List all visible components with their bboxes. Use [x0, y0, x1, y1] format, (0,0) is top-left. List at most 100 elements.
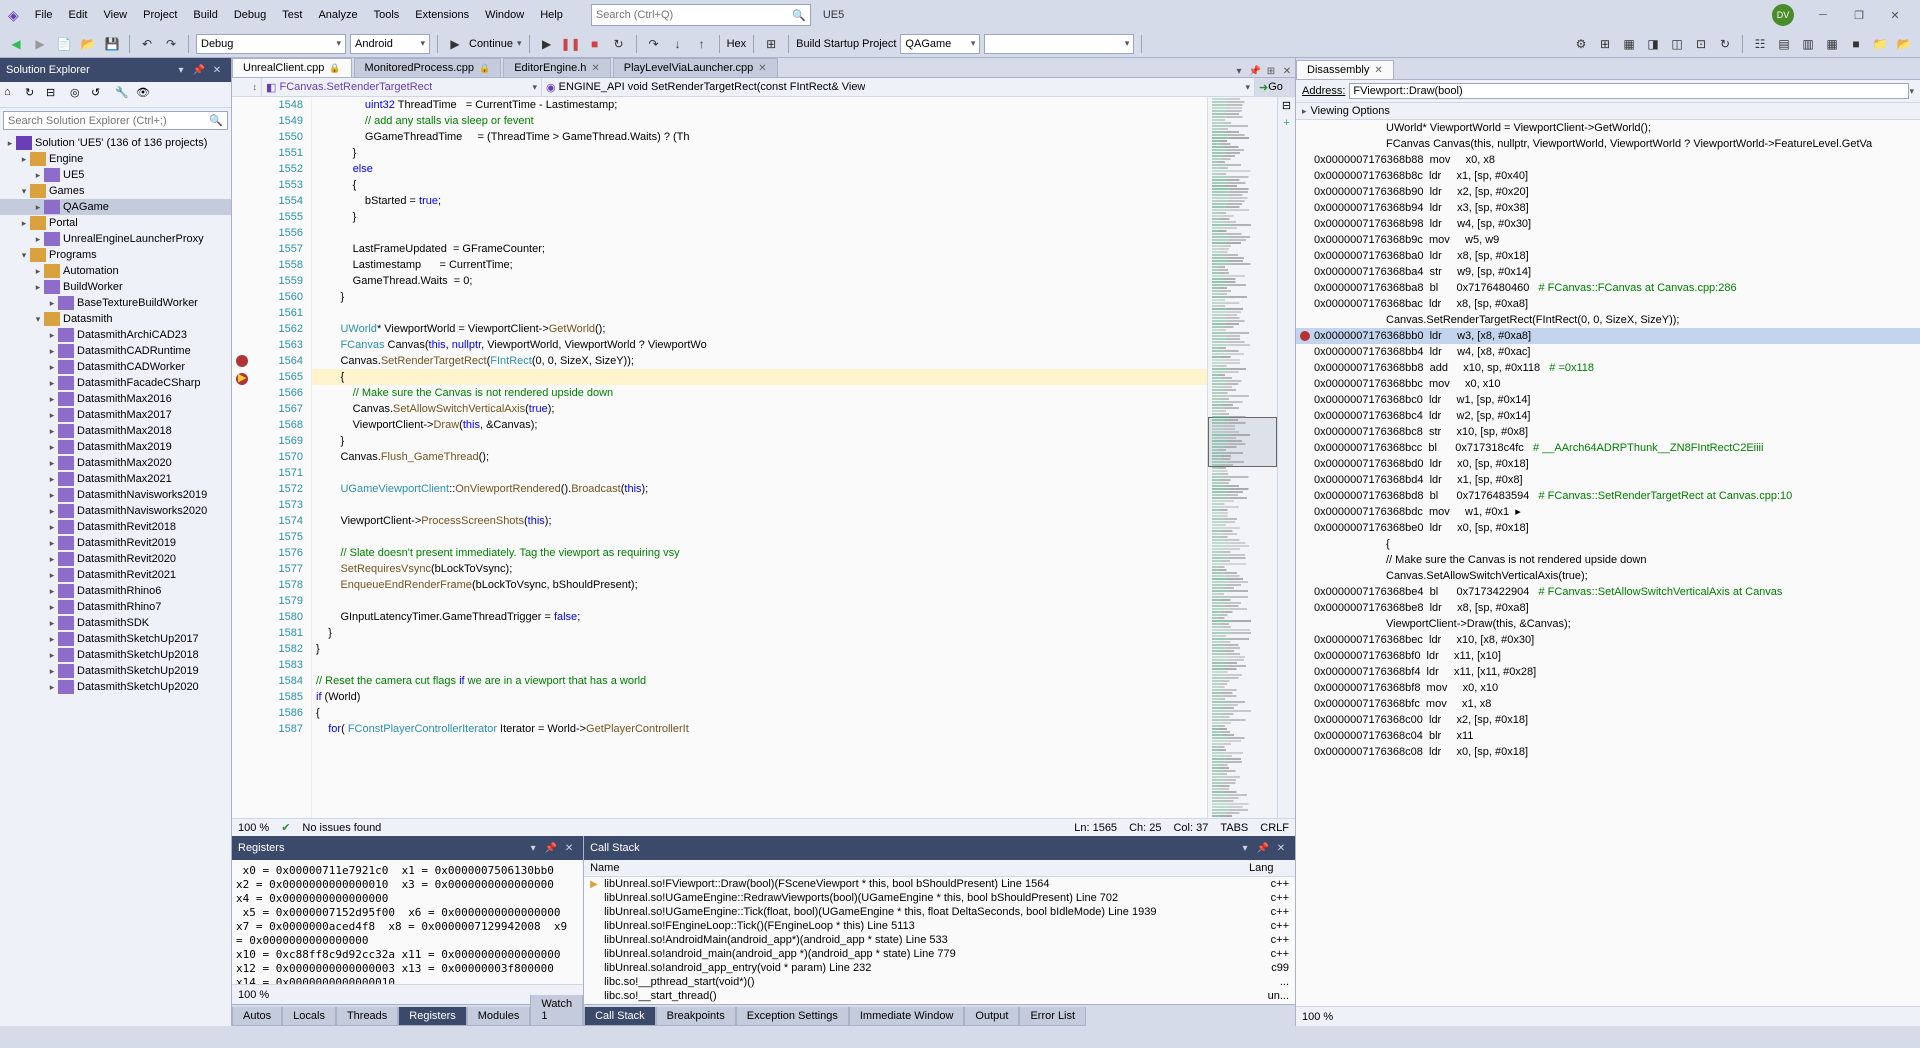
tree-item-automation[interactable]: ▸Automation: [0, 263, 231, 279]
btab-output[interactable]: Output: [964, 1007, 1019, 1026]
open-icon[interactable]: 📂: [78, 34, 98, 54]
stop-icon[interactable]: ■: [585, 34, 605, 54]
cs-row[interactable]: libc.so!__start_thread()un...: [584, 989, 1295, 1003]
tree-item-engine[interactable]: ▸Engine: [0, 151, 231, 167]
tree-item-datasmithrevit2020[interactable]: ▸DatasmithRevit2020: [0, 551, 231, 567]
tab-UnrealClient.cpp[interactable]: UnrealClient.cpp🔒: [232, 58, 352, 77]
btab-modules[interactable]: Modules: [467, 1007, 531, 1026]
tree-item-datasmithnavisworks2020[interactable]: ▸DatasmithNavisworks2020: [0, 503, 231, 519]
btab-call-stack[interactable]: Call Stack: [584, 1007, 656, 1026]
tool-icon1[interactable]: ⚙: [1571, 34, 1591, 54]
back-icon[interactable]: ◀: [6, 34, 26, 54]
pin-icon[interactable]: 📌: [1255, 840, 1271, 856]
cs-row[interactable]: libUnreal.so!android_main(android_app *)…: [584, 947, 1295, 961]
search-input[interactable]: [596, 9, 792, 21]
close-icon[interactable]: ✕: [1273, 840, 1289, 856]
tree-item-datasmithnavisworks2019[interactable]: ▸DatasmithNavisworks2019: [0, 487, 231, 503]
btab-registers[interactable]: Registers: [398, 1007, 466, 1026]
btab-immediate-window[interactable]: Immediate Window: [849, 1007, 965, 1026]
tree-item-datasmithrevit2019[interactable]: ▸DatasmithRevit2019: [0, 535, 231, 551]
tool-icon13[interactable]: 📁: [1870, 34, 1890, 54]
tree-item-datasmithrhino7[interactable]: ▸DatasmithRhino7: [0, 599, 231, 615]
btab-watch-1[interactable]: Watch 1: [530, 995, 583, 1026]
dropdown-icon[interactable]: ▾: [1237, 840, 1253, 856]
continue-icon[interactable]: ▶: [445, 34, 465, 54]
tabbar-icon[interactable]: ⊞: [1263, 66, 1279, 77]
cs-body[interactable]: ▶libUnreal.so!FViewport::Draw(bool)(FSce…: [584, 877, 1295, 1004]
continue-button[interactable]: Continue: [469, 38, 513, 50]
tree-item-datasmithrevit2018[interactable]: ▸DatasmithRevit2018: [0, 519, 231, 535]
restore-button[interactable]: ❐: [1842, 4, 1876, 26]
cs-row[interactable]: libUnreal.so!android_app_entry(void * pa…: [584, 961, 1295, 975]
tab-PlayLevelViaLauncher.cpp[interactable]: PlayLevelViaLauncher.cpp✕: [613, 58, 778, 77]
code-area[interactable]: ▶ 15481549155015511552155315541555155615…: [232, 97, 1295, 818]
menu-view[interactable]: View: [95, 5, 135, 25]
tree-item-unrealenginelauncherproxy[interactable]: ▸UnrealEngineLauncherProxy: [0, 231, 231, 247]
tree-item-datasmithmax2019[interactable]: ▸DatasmithMax2019: [0, 439, 231, 455]
tab-MonitoredProcess.cpp[interactable]: MonitoredProcess.cpp🔒: [354, 58, 502, 77]
vscrollbar[interactable]: ⊟ +: [1277, 97, 1295, 818]
refresh-icon[interactable]: ↺: [91, 86, 109, 104]
split-icon[interactable]: ⊟: [1280, 99, 1293, 113]
step-out-icon[interactable]: ↑: [692, 34, 712, 54]
margin[interactable]: ▶: [232, 97, 252, 818]
menu-project[interactable]: Project: [135, 5, 185, 25]
tabbar-icon[interactable]: ✕: [1279, 66, 1295, 77]
btab-autos[interactable]: Autos: [232, 1007, 282, 1026]
sync-icon[interactable]: ↻: [25, 86, 43, 104]
minimize-button[interactable]: ─: [1806, 4, 1840, 26]
cs-row[interactable]: libc.so!__pthread_start(void*)()...: [584, 975, 1295, 989]
build-button[interactable]: Build Startup Project: [796, 38, 896, 50]
tree-item-qagame[interactable]: ▸QAGame: [0, 199, 231, 215]
show-all-icon[interactable]: ◎: [70, 86, 88, 104]
play-icon[interactable]: ▶: [537, 34, 557, 54]
close-icon[interactable]: ✕: [209, 62, 225, 78]
solution-tree[interactable]: ▸Solution 'UE5' (136 of 136 projects)▸En…: [0, 133, 231, 1026]
tree-item-datasmithsdk[interactable]: ▸DatasmithSDK: [0, 615, 231, 631]
tree-item-programs[interactable]: ▾Programs: [0, 247, 231, 263]
btab-exception-settings[interactable]: Exception Settings: [736, 1007, 849, 1026]
menu-tools[interactable]: Tools: [366, 5, 408, 25]
cs-row[interactable]: ▶libUnreal.so!FViewport::Draw(bool)(FSce…: [584, 877, 1295, 891]
menu-extensions[interactable]: Extensions: [407, 5, 477, 25]
tool-icon4[interactable]: ◨: [1643, 34, 1663, 54]
tabbar-icon[interactable]: 📌: [1247, 66, 1263, 77]
code[interactable]: uint32 ThreadTime = CurrentTime - Lastim…: [312, 97, 1207, 818]
tree-item-datasmithcadworker[interactable]: ▸DatasmithCADWorker: [0, 359, 231, 375]
address-input[interactable]: [1349, 83, 1909, 99]
startup-combo2[interactable]: [984, 34, 1134, 54]
tree-item-datasmithsketchup2019[interactable]: ▸DatasmithSketchUp2019: [0, 663, 231, 679]
pin-icon[interactable]: 📌: [543, 840, 559, 856]
tree-item-buildworker[interactable]: ▸BuildWorker: [0, 279, 231, 295]
cs-row[interactable]: libUnreal.so!UGameEngine::RedrawViewport…: [584, 891, 1295, 905]
pause-icon[interactable]: ❚❚: [561, 34, 581, 54]
stack-icon[interactable]: ⊞: [761, 34, 781, 54]
minimap[interactable]: [1207, 97, 1277, 818]
menu-build[interactable]: Build: [185, 5, 225, 25]
dropdown-icon[interactable]: ▾: [525, 840, 541, 856]
tree-item-basetexturebuildworker[interactable]: ▸BaseTextureBuildWorker: [0, 295, 231, 311]
sol-search-input[interactable]: [8, 115, 209, 127]
tool-icon7[interactable]: ↻: [1715, 34, 1735, 54]
restart-icon[interactable]: ↻: [609, 34, 629, 54]
btab-breakpoints[interactable]: Breakpoints: [656, 1007, 736, 1026]
tree-item-datasmithmax2016[interactable]: ▸DatasmithMax2016: [0, 391, 231, 407]
tree-item-datasmithmax2017[interactable]: ▸DatasmithMax2017: [0, 407, 231, 423]
tree-item-datasmithfacadecsharp[interactable]: ▸DatasmithFacadeCSharp: [0, 375, 231, 391]
close-icon[interactable]: ✕: [1374, 65, 1382, 76]
home-icon[interactable]: ⌂: [4, 86, 22, 104]
btab-error-list[interactable]: Error List: [1019, 1007, 1086, 1026]
prop-icon[interactable]: 🔧: [115, 86, 133, 104]
viewing-options[interactable]: ▸ Viewing Options: [1296, 103, 1920, 120]
tool-icon14[interactable]: 📂: [1894, 34, 1914, 54]
tool-icon9[interactable]: ▤: [1774, 34, 1794, 54]
tree-item-datasmitharchicad23[interactable]: ▸DatasmithArchiCAD23: [0, 327, 231, 343]
tree-item-datasmith[interactable]: ▾Datasmith: [0, 311, 231, 327]
tool-icon11[interactable]: ▦: [1822, 34, 1842, 54]
tree-item-datasmithmax2020[interactable]: ▸DatasmithMax2020: [0, 455, 231, 471]
collapse-icon[interactable]: ⊟: [46, 86, 64, 104]
tree-item-portal[interactable]: ▸Portal: [0, 215, 231, 231]
zoom[interactable]: 100 %: [238, 822, 269, 834]
nav-scope[interactable]: ↕: [232, 78, 262, 96]
menu-window[interactable]: Window: [477, 5, 532, 25]
